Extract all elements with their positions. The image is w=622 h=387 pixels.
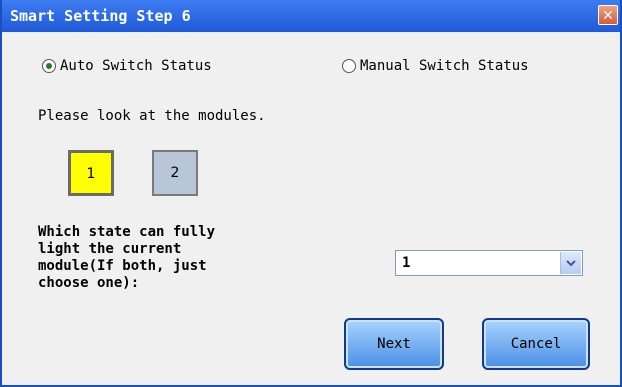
window-title: Smart Setting Step 6 [10, 7, 191, 25]
next-button[interactable]: Next [344, 318, 444, 370]
radio-manual-label: Manual Switch Status [360, 58, 529, 74]
cancel-button[interactable]: Cancel [482, 318, 590, 370]
module-1: 1 [68, 150, 114, 196]
radio-unchecked-icon[interactable] [342, 59, 356, 73]
radio-manual-switch-status[interactable]: Manual Switch Status [342, 58, 529, 74]
title-bar[interactable]: Smart Setting Step 6 ✕ [2, 0, 620, 32]
question-line: light the current [38, 241, 182, 257]
smart-setting-dialog: Smart Setting Step 6 ✕ Auto Switch Statu… [0, 0, 622, 387]
instruction-text: Please look at the modules. [38, 108, 266, 124]
question-line: choose one): [38, 275, 140, 291]
question-line: Which state can fully [38, 224, 216, 240]
radio-auto-label: Auto Switch Status [60, 58, 212, 74]
radio-auto-switch-status[interactable]: Auto Switch Status [42, 58, 212, 74]
radio-checked-icon[interactable] [42, 59, 56, 73]
question-label: Which state can fully light the current … [38, 224, 318, 292]
state-select[interactable]: 1 [395, 250, 583, 276]
state-select-value: 1 [402, 255, 411, 271]
question-line: module(If both, just [38, 258, 207, 274]
close-icon[interactable]: ✕ [598, 5, 618, 25]
module-2: 2 [152, 150, 198, 196]
chevron-down-icon[interactable] [560, 252, 581, 274]
